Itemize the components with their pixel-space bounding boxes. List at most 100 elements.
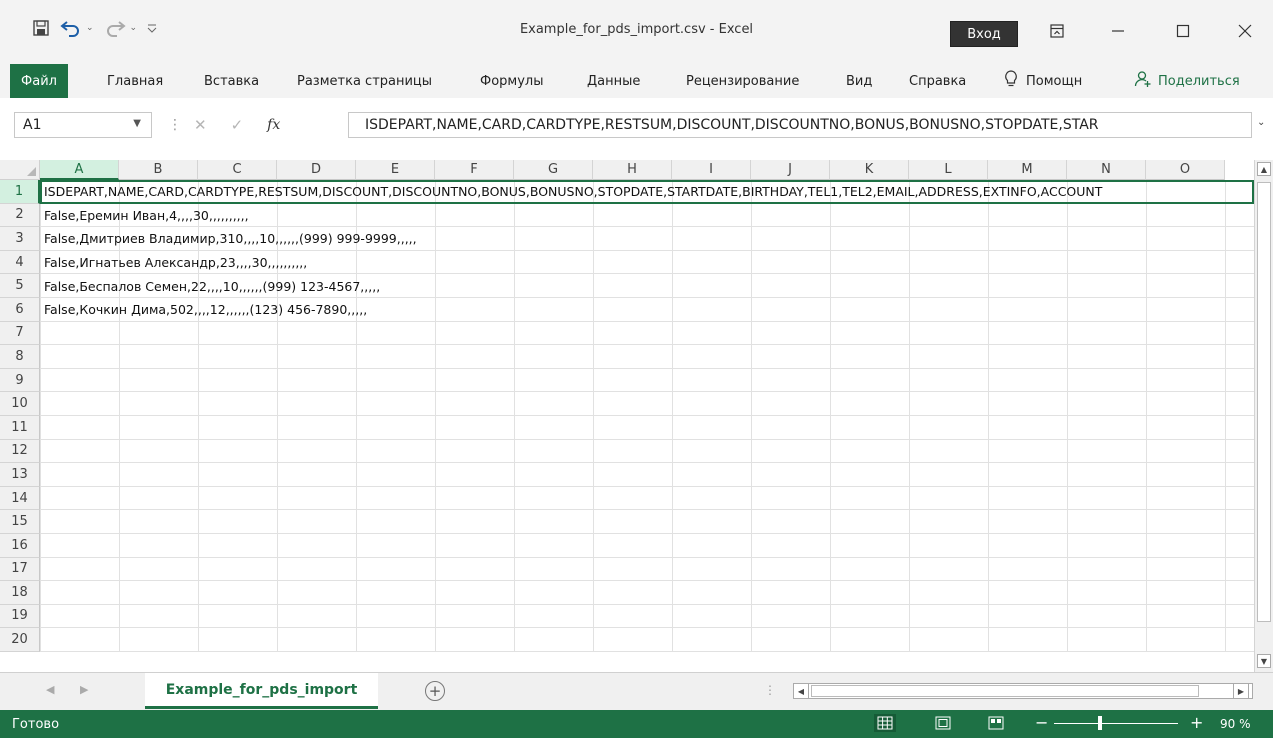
expand-formula-bar-icon[interactable]: ⌄ [1257,117,1265,128]
sheet-tab-active[interactable]: Example_for_pds_import [145,673,378,709]
column-header[interactable]: J [751,160,830,180]
row-header[interactable]: 1 [0,180,40,204]
minimize-icon[interactable] [1095,14,1141,48]
column-header[interactable]: B [119,160,198,180]
row-header[interactable]: 5 [0,274,40,298]
vertical-scroll-thumb[interactable] [1257,182,1271,622]
cell-a5[interactable]: False,Беспалов Семен,22,,,,10,,,,,,(999)… [44,274,380,298]
row-header[interactable]: 17 [0,557,40,582]
next-sheet-icon[interactable]: ▶ [80,683,88,696]
row-header[interactable]: 12 [0,439,40,464]
row-cells[interactable] [40,604,1254,629]
scroll-up-icon[interactable]: ▲ [1257,162,1271,176]
tab-splitter-icon[interactable]: ⋮ [764,683,776,697]
column-header[interactable]: G [514,160,593,180]
row-header[interactable]: 20 [0,628,40,652]
row-header[interactable]: 3 [0,227,40,251]
zoom-level[interactable]: 90 % [1220,717,1251,731]
prev-sheet-icon[interactable]: ◀ [46,683,54,696]
formula-bar-splitter-icon[interactable]: ⋮ [168,117,182,133]
tab-formulas[interactable]: Формулы [480,64,543,98]
ribbon-display-options-icon[interactable] [1034,14,1080,48]
normal-view-icon[interactable] [874,714,896,732]
row-header[interactable]: 10 [0,392,40,416]
save-icon[interactable] [32,16,50,40]
row-header[interactable]: 9 [0,368,40,393]
row-cells[interactable] [40,510,1254,534]
customize-qat-icon[interactable] [147,16,157,40]
row-cells[interactable] [40,581,1254,605]
row-cells[interactable] [40,392,1254,416]
row-cells[interactable] [40,628,1254,652]
scroll-down-icon[interactable]: ▼ [1257,654,1271,668]
row-header[interactable]: 18 [0,581,40,605]
formula-input[interactable]: ISDEPART,NAME,CARD,CARDTYPE,RESTSUM,DISC… [348,112,1252,138]
row-cells[interactable] [40,486,1254,511]
row-header[interactable]: 2 [0,203,40,228]
row-header[interactable]: 14 [0,486,40,511]
vertical-scrollbar[interactable]: ▲ ▼ [1254,160,1273,672]
tab-help[interactable]: Справка [909,64,966,98]
row-cells[interactable] [40,439,1254,464]
tab-page-layout[interactable]: Разметка страницы [297,64,432,98]
column-header[interactable]: A [40,160,119,180]
column-header[interactable]: I [672,160,751,180]
maximize-icon[interactable] [1160,14,1206,48]
scroll-left-icon[interactable]: ◀ [794,684,809,698]
column-header[interactable]: K [830,160,909,180]
row-header[interactable]: 16 [0,533,40,558]
column-header[interactable]: N [1067,160,1146,180]
zoom-slider-track[interactable] [1054,723,1178,724]
column-header[interactable]: F [435,160,514,180]
row-cells[interactable] [40,321,1254,346]
row-header[interactable]: 13 [0,463,40,487]
row-header[interactable]: 4 [0,250,40,275]
name-box[interactable]: A1 ▼ [14,112,152,138]
column-header[interactable]: D [277,160,356,180]
cell-a3[interactable]: False,Дмитриев Владимир,310,,,,10,,,,,,(… [44,227,417,251]
column-header[interactable]: M [988,160,1067,180]
redo-dropdown-icon[interactable]: ⌄ [130,23,138,33]
tab-view[interactable]: Вид [846,64,872,98]
sign-in-button[interactable]: Вход [950,21,1018,47]
tell-me-search[interactable]: Помощн [1004,64,1082,98]
cell-a1[interactable]: ISDEPART,NAME,CARD,CARDTYPE,RESTSUM,DISC… [44,180,1102,204]
row-header[interactable]: 19 [0,604,40,629]
share-button[interactable]: Поделиться [1134,64,1240,98]
row-header[interactable]: 15 [0,510,40,534]
add-sheet-icon[interactable]: + [425,681,445,701]
name-box-dropdown-icon[interactable]: ▼ [133,118,141,129]
row-cells[interactable] [40,368,1254,393]
tab-review[interactable]: Рецензирование [686,64,799,98]
column-header[interactable]: C [198,160,277,180]
zoom-out-icon[interactable]: − [1035,713,1048,732]
zoom-in-icon[interactable]: + [1190,713,1203,732]
row-cells[interactable] [40,463,1254,487]
redo-icon[interactable] [104,16,126,40]
row-cells[interactable] [40,557,1254,582]
row-header[interactable]: 8 [0,345,40,369]
zoom-slider-thumb[interactable] [1098,716,1102,730]
tab-file[interactable]: Файл [10,64,68,98]
tab-data[interactable]: Данные [587,64,640,98]
select-all-button[interactable] [0,160,40,180]
insert-function-icon[interactable]: fx [267,117,280,133]
page-break-view-icon[interactable] [985,714,1007,732]
column-header[interactable]: E [356,160,435,180]
row-cells[interactable] [40,345,1254,369]
undo-dropdown-icon[interactable]: ⌄ [86,23,94,33]
row-header[interactable]: 7 [0,321,40,346]
horizontal-scrollbar[interactable]: ◀ [793,683,1253,699]
tab-home[interactable]: Главная [107,64,163,98]
row-cells[interactable] [40,415,1254,440]
row-cells[interactable] [40,533,1254,558]
undo-icon[interactable] [60,16,82,40]
cancel-entry-icon[interactable]: ✕ [194,116,207,134]
tab-insert[interactable]: Вставка [204,64,259,98]
cell-a4[interactable]: False,Игнатьев Александр,23,,,,30,,,,,,,… [44,251,307,275]
worksheet-grid[interactable]: A B C D E F G H I J K L M N O 1 ISDEPART… [0,160,1273,672]
confirm-entry-icon[interactable]: ✓ [231,116,244,134]
horizontal-scroll-thumb[interactable] [811,685,1199,697]
column-header[interactable]: O [1146,160,1225,180]
column-header[interactable]: H [593,160,672,180]
